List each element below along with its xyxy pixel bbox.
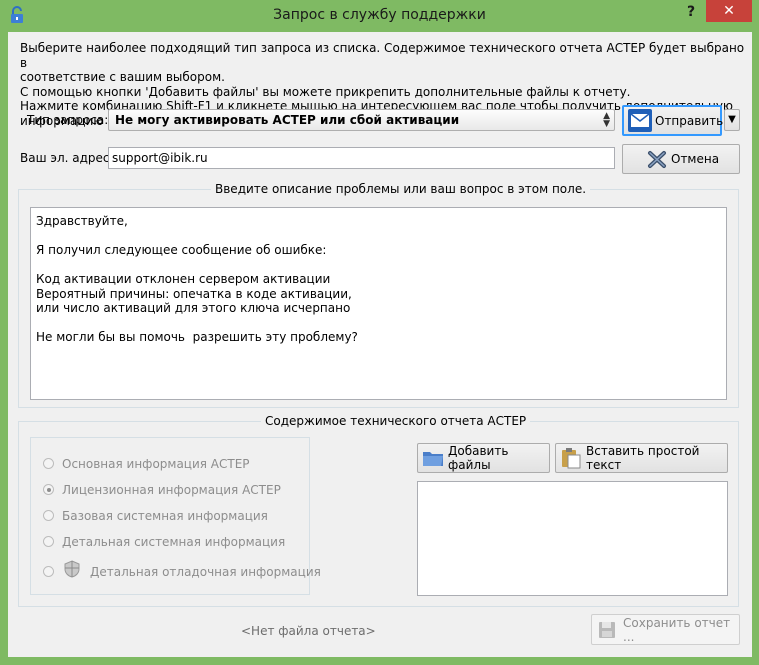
updown-arrow-icon: ▲ ▼ bbox=[603, 111, 610, 129]
radio-dot bbox=[43, 484, 54, 495]
send-label: Отправить bbox=[655, 113, 724, 128]
add-files-label: Добавить файлы bbox=[448, 444, 509, 472]
window-title: Запрос в службу поддержки bbox=[273, 7, 486, 23]
report-options: Основная информация АСТЕР Лицензионная и… bbox=[30, 437, 321, 595]
title-bar[interactable]: Запрос в службу поддержки ? ✕ bbox=[0, 0, 759, 32]
save-report-label: Сохранить отчет ... bbox=[623, 615, 731, 644]
radio-label: Базовая системная информация bbox=[62, 509, 268, 523]
envelope-icon bbox=[628, 109, 652, 132]
close-button[interactable]: ✕ bbox=[706, 0, 752, 22]
radio-label: Детальная системная информация bbox=[62, 535, 286, 549]
dialog-body: Выберите наиболее подходящий тип запроса… bbox=[8, 32, 752, 657]
send-options-button[interactable]: ▼ bbox=[724, 109, 740, 131]
intro-line: соответствие с вашим выбором. bbox=[20, 70, 225, 84]
help-button[interactable]: ? bbox=[680, 4, 702, 24]
email-field[interactable]: support@ibik.ru bbox=[108, 147, 615, 169]
radio-dot bbox=[43, 536, 54, 547]
radio-label: Детальная отладочная информация bbox=[90, 565, 321, 579]
intro-line: С помощью кнопки 'Добавить файлы' вы мож… bbox=[20, 84, 631, 99]
clipboard-icon bbox=[562, 448, 581, 469]
radio-dot bbox=[43, 458, 54, 469]
attached-files-list[interactable] bbox=[417, 481, 728, 596]
request-type-label: Тип запроса: bbox=[27, 113, 109, 127]
request-type-select[interactable]: Не могу активировать АСТЕР или сбой акти… bbox=[108, 109, 615, 131]
intro-line: Выберите наиболее подходящий тип запроса… bbox=[20, 41, 745, 70]
support-request-window: Запрос в службу поддержки ? ✕ Выберите н… bbox=[0, 0, 759, 665]
description-textarea[interactable]: Здравствуйте, Я получил следующее сообще… bbox=[30, 207, 727, 400]
radio-label: Лицензионная информация АСТЕР bbox=[62, 483, 281, 497]
report-file-status: <Нет файла отчета> bbox=[241, 624, 376, 638]
cancel-label: Отмена bbox=[671, 152, 720, 166]
floppy-icon bbox=[599, 622, 615, 638]
x-icon bbox=[648, 151, 666, 168]
description-group-title: Введите описание проблемы или ваш вопрос… bbox=[211, 182, 591, 196]
folder-icon bbox=[423, 452, 443, 466]
radio-dot bbox=[43, 510, 54, 521]
shield-icon bbox=[64, 560, 80, 578]
cancel-button[interactable]: Отмена bbox=[622, 144, 740, 174]
radio-dot bbox=[43, 566, 54, 577]
email-label: Ваш эл. адрес: bbox=[20, 151, 114, 165]
request-type-value: Не могу активировать АСТЕР или сбой акти… bbox=[115, 113, 460, 127]
chevron-down-icon: ▼ bbox=[728, 114, 736, 125]
radio-label: Основная информация АСТЕР bbox=[62, 457, 250, 471]
report-group-title: Содержимое технического отчета АСТЕР bbox=[261, 414, 531, 428]
add-files-button[interactable]: Добавить файлы bbox=[417, 443, 550, 473]
send-button[interactable]: Отправить bbox=[622, 105, 724, 136]
save-report-button[interactable]: Сохранить отчет ... bbox=[591, 614, 740, 645]
paste-text-button[interactable]: Вставить простой текст bbox=[555, 443, 728, 473]
paste-text-label: Вставить простой текст bbox=[586, 444, 700, 472]
